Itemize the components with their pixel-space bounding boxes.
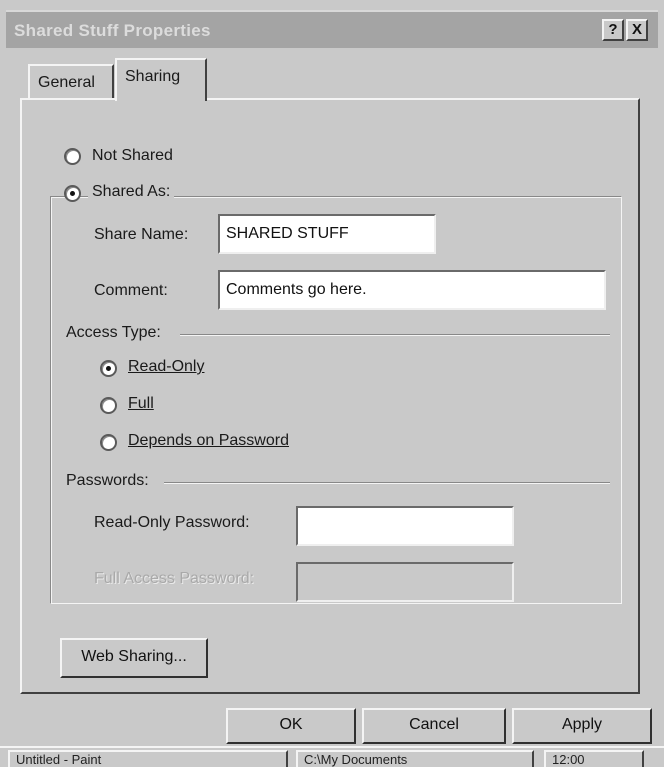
shared-as-radio[interactable] xyxy=(64,185,81,202)
share-name-input[interactable] xyxy=(218,214,436,254)
access-full-label[interactable]: Full xyxy=(128,395,154,413)
comment-label: Comment: xyxy=(94,282,168,299)
not-shared-radio[interactable] xyxy=(64,148,81,165)
close-button[interactable]: X xyxy=(626,19,648,41)
taskbar-item-paint[interactable]: Untitled - Paint xyxy=(8,750,288,767)
access-depends-on-password-label[interactable]: Depends on Password xyxy=(128,432,289,450)
comment-input[interactable] xyxy=(218,270,606,310)
web-sharing-button[interactable]: Web Sharing... xyxy=(60,638,208,678)
access-depends-on-password-radio[interactable] xyxy=(100,434,117,451)
taskbar: Untitled - Paint C:\My Documents 12:00 xyxy=(0,746,664,767)
read-only-password-label: Read-Only Password: xyxy=(94,514,250,531)
share-name-label: Share Name: xyxy=(94,226,189,243)
access-type-label: Access Type: xyxy=(66,324,161,341)
access-read-only-radio[interactable] xyxy=(100,360,117,377)
taskbar-clock: 12:00 xyxy=(544,750,644,767)
tab-sharing[interactable]: Sharing xyxy=(115,58,207,101)
window-title: Shared Stuff Properties xyxy=(14,21,211,40)
access-read-only-label[interactable]: Read-Only xyxy=(128,358,204,376)
taskbar-item-documents[interactable]: C:\My Documents xyxy=(296,750,534,767)
ok-button[interactable]: OK xyxy=(226,708,356,744)
apply-button[interactable]: Apply xyxy=(512,708,652,744)
cancel-button[interactable]: Cancel xyxy=(362,708,506,744)
access-type-divider xyxy=(180,334,610,336)
tab-general[interactable]: General xyxy=(28,64,114,100)
not-shared-label[interactable]: Not Shared xyxy=(92,147,173,165)
full-access-password-input xyxy=(296,562,514,602)
access-full-radio[interactable] xyxy=(100,397,117,414)
title-bar[interactable]: Shared Stuff Properties ? X xyxy=(6,10,658,48)
read-only-password-input[interactable] xyxy=(296,506,514,546)
help-button[interactable]: ? xyxy=(602,19,624,41)
shared-as-label[interactable]: Shared As: xyxy=(88,183,175,201)
passwords-label: Passwords: xyxy=(66,472,149,489)
full-access-password-label: Full Access Password: xyxy=(94,570,255,587)
passwords-divider xyxy=(164,482,610,484)
